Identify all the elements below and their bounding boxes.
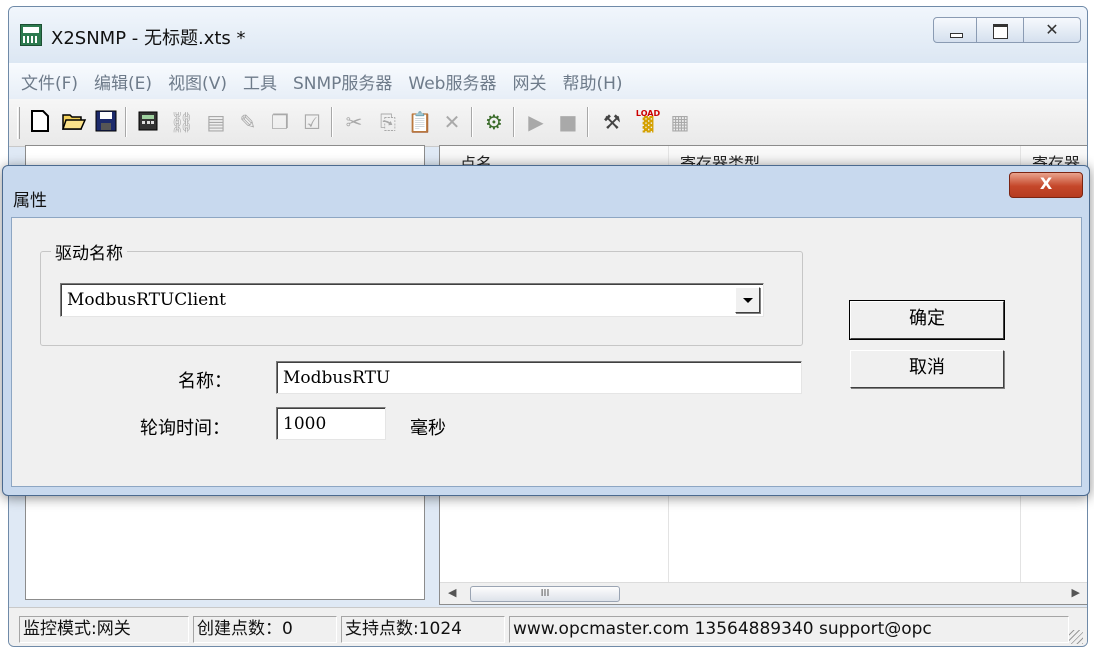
driver-select[interactable]: ModbusRTUClient: [60, 283, 764, 317]
add-point-icon[interactable]: ▤: [203, 109, 229, 135]
scroll-thumb[interactable]: III: [470, 586, 620, 602]
scroll-right-arrow-icon[interactable]: ▶: [1072, 586, 1080, 599]
properties-dialog: 属性 X 驱动名称 ModbusRTUClient 名称： ModbusRTU …: [2, 165, 1090, 496]
dialog-close-button[interactable]: X: [1009, 172, 1083, 198]
poll-time-input[interactable]: 1000: [276, 407, 386, 440]
stop-icon[interactable]: ■: [555, 109, 581, 135]
menu-gateway[interactable]: 网关: [512, 69, 546, 94]
menu-edit[interactable]: 编辑(E): [94, 69, 152, 94]
resize-grip[interactable]: [1069, 630, 1083, 644]
toolbar-separator: [331, 107, 333, 137]
name-label: 名称：: [178, 371, 232, 392]
close-button[interactable]: ✕: [1023, 17, 1081, 43]
cancel-button[interactable]: 取消: [850, 350, 1004, 388]
status-mode: 监控模式:网关: [19, 616, 189, 643]
dialog-body: 驱动名称 ModbusRTUClient 名称： ModbusRTU 轮询时间：…: [11, 217, 1082, 487]
poll-time-unit: 毫秒: [410, 418, 446, 439]
driver-select-value: ModbusRTUClient: [67, 290, 226, 310]
properties-icon[interactable]: ☑: [299, 109, 325, 135]
menu-bar: 文件(F) 编辑(E) 视图(V) 工具 SNMP服务器 Web服务器 网关 帮…: [9, 63, 1087, 99]
minimize-button[interactable]: [933, 17, 977, 43]
driver-name-group: 驱动名称 ModbusRTUClient: [40, 239, 803, 346]
toolbar-separator: [125, 107, 127, 137]
monitor-icon[interactable]: ⚙: [481, 109, 507, 135]
ok-button[interactable]: 确定: [849, 300, 1005, 340]
copy-icon[interactable]: ⎘: [375, 109, 401, 135]
app-icon: [20, 24, 42, 46]
status-contact: www.opcmaster.com 13564889340 support@op…: [509, 616, 1069, 643]
status-supported-points: 支持点数:1024: [341, 616, 505, 643]
add-group-icon[interactable]: ⛓: [169, 109, 195, 135]
run-icon[interactable]: ▶: [523, 109, 549, 135]
load-icon[interactable]: LOAD ▓: [633, 109, 663, 135]
open-folder-icon[interactable]: [61, 109, 87, 135]
device-icon[interactable]: [135, 109, 161, 135]
title-bar: X2SNMP - 无标题.xts * ✕: [9, 7, 1087, 63]
toolbar-grip[interactable]: [17, 107, 20, 139]
toolbar: ⛓ ▤ ✎ ❐ ☑ ✂ ⎘ 📋 ✕ ⚙ ▶ ■ ⚒ LOAD ▓ ▦: [9, 99, 1087, 147]
menu-tools[interactable]: 工具: [243, 69, 277, 94]
toolbar-separator: [513, 107, 515, 137]
scroll-left-arrow-icon[interactable]: ◀: [448, 586, 456, 599]
menu-snmp-server[interactable]: SNMP服务器: [293, 69, 392, 94]
name-input[interactable]: ModbusRTU: [276, 361, 802, 394]
poll-time-label: 轮询时间：: [140, 418, 230, 439]
toolbar-separator: [587, 107, 589, 137]
save-icon[interactable]: [93, 109, 119, 135]
new-file-icon[interactable]: [27, 109, 53, 135]
menu-file[interactable]: 文件(F): [21, 69, 78, 94]
copy-device-icon[interactable]: ❐: [267, 109, 293, 135]
toolbar-separator: [471, 107, 473, 137]
paste-icon[interactable]: 📋: [407, 109, 433, 135]
status-created-points: 创建点数：0: [193, 616, 337, 643]
chevron-down-icon[interactable]: [735, 287, 760, 313]
maximize-button[interactable]: [976, 17, 1024, 43]
tools-icon[interactable]: ⚒: [599, 109, 625, 135]
dialog-title: 属性: [13, 191, 47, 211]
batch-add-icon[interactable]: ✎: [235, 109, 261, 135]
horizontal-scrollbar[interactable]: ◀ III ▶: [440, 582, 1087, 604]
delete-icon[interactable]: ✕: [439, 109, 465, 135]
menu-help[interactable]: 帮助(H): [562, 69, 622, 94]
driver-name-label: 驱动名称: [51, 239, 127, 264]
cut-icon[interactable]: ✂: [341, 109, 367, 135]
caption-buttons: ✕: [933, 17, 1081, 43]
menu-web-server[interactable]: Web服务器: [408, 69, 496, 94]
status-bar: 监控模式:网关 创建点数：0 支持点数:1024 www.opcmaster.c…: [9, 607, 1087, 646]
window-title: X2SNMP - 无标题.xts *: [51, 28, 246, 49]
menu-view[interactable]: 视图(V): [168, 69, 227, 94]
upload-icon[interactable]: ▦: [667, 109, 693, 135]
